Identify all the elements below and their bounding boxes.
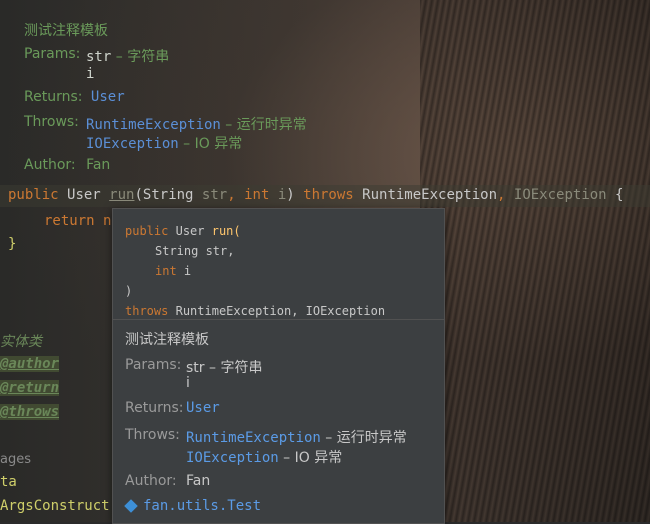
popup-throw2: IOException – IO 异常 xyxy=(186,447,342,467)
tag-throws-text: @throws xyxy=(0,404,60,420)
throw1-link[interactable]: RuntimeException xyxy=(86,117,221,133)
popup-throw1-desc: – 运行时异常 xyxy=(320,430,407,446)
popup-throw1: RuntimeException – 运行时异常 xyxy=(186,427,407,447)
comma-2: , xyxy=(497,187,506,203)
sig-kw-int: int xyxy=(155,264,177,278)
sig-line-4: ) xyxy=(125,284,133,298)
throws-label: Throws: xyxy=(24,114,79,130)
sig-param-i: i xyxy=(183,264,192,278)
package-cube-icon xyxy=(124,499,138,513)
popup-params-label: Params: xyxy=(125,357,182,373)
tag-author: @author xyxy=(0,356,60,372)
closing-brace: } xyxy=(8,236,17,252)
sig-kw-throws: throws xyxy=(125,304,169,318)
return-stmt: return n xyxy=(44,213,112,229)
tag-author-text: @author xyxy=(0,356,60,372)
signature-text: public User run(String str, int i) throw… xyxy=(8,187,623,203)
param2-row: i xyxy=(86,66,94,82)
throw1-desc: 运行时异常 xyxy=(236,117,307,133)
popup-package-link[interactable]: fan.utils.Test xyxy=(124,498,262,514)
entity-comment: 实体类 xyxy=(0,334,42,350)
popup-throw2-desc: – IO 异常 xyxy=(278,450,343,466)
throw2-sep: – xyxy=(178,136,195,152)
popup-author-label: Author: xyxy=(125,473,177,489)
sig-line-2: String str, xyxy=(155,244,235,258)
throw2-link[interactable]: IOException xyxy=(86,136,179,152)
param1-row: str – 字符串 xyxy=(86,46,169,66)
ta-text: ta xyxy=(0,474,17,490)
exception-2: IOException xyxy=(513,187,607,203)
brace-open: { xyxy=(615,187,624,203)
param2-name: i xyxy=(86,66,95,82)
param1-name: str xyxy=(86,49,112,65)
args-constructor-text: ArgsConstruct xyxy=(0,498,110,514)
comma-1: , xyxy=(227,187,236,203)
popup-doc-title: 测试注释模板 xyxy=(125,332,209,348)
popup-param2: i xyxy=(186,375,190,391)
returns-row: Returns: User xyxy=(24,89,125,105)
author-label: Author: xyxy=(24,157,76,173)
throw1-sep: – xyxy=(220,117,237,133)
rendered-doc-comment: 测试注释模板 Params: str – 字符串 i Returns: User… xyxy=(0,0,650,180)
params-label: Params: xyxy=(24,46,81,62)
throws-row: Throws: xyxy=(24,114,79,130)
popup-param1: str – 字符串 xyxy=(186,360,263,376)
param1-sep: – xyxy=(111,49,128,65)
return-line[interactable]: return n xyxy=(44,213,111,229)
param-str: str xyxy=(201,187,228,203)
popup-returns-label: Returns: xyxy=(125,400,184,416)
kw-throws: throws xyxy=(303,187,354,203)
doc-title: 测试注释模板 xyxy=(24,23,108,39)
param1-desc: 字符串 xyxy=(127,49,170,65)
open-paren: ( xyxy=(134,187,143,203)
popup-throws-label: Throws: xyxy=(125,427,180,443)
tag-return-text: @return xyxy=(0,380,60,396)
param-i: i xyxy=(277,187,287,203)
exception-1: RuntimeException xyxy=(362,187,498,203)
tag-throws: @throws xyxy=(0,404,60,420)
ages-text: ages xyxy=(0,452,31,467)
sig-line-5: throws RuntimeException, IOException xyxy=(125,301,385,321)
sig-fn-run: run( xyxy=(211,224,241,238)
tag-return: @return xyxy=(0,380,60,396)
type-user: User xyxy=(67,187,101,203)
sig-line-3: int i xyxy=(125,261,385,281)
close-paren: ) xyxy=(286,187,295,203)
sig-line-1: public User run( xyxy=(125,221,385,241)
author-row: Author: Fan xyxy=(24,157,110,173)
sig-throws-list: RuntimeException, IOException xyxy=(175,304,386,318)
popup-signature: public User run( String str, int i ) thr… xyxy=(125,221,385,321)
sig-type-user: User xyxy=(175,224,205,238)
popup-throw2-link[interactable]: IOException xyxy=(186,450,279,466)
kw-int: int xyxy=(244,187,270,203)
throw2-row: IOException – IO 异常 xyxy=(86,133,242,153)
quick-documentation-popup[interactable]: public User run( String str, int i ) thr… xyxy=(112,208,445,524)
popup-returns-link[interactable]: User xyxy=(186,400,220,416)
kw-public: public xyxy=(8,187,59,203)
throw2-desc: IO 异常 xyxy=(194,136,243,152)
method-name: run xyxy=(109,187,135,203)
sig-kw-public: public xyxy=(125,224,169,238)
type-string: String xyxy=(142,187,194,203)
popup-throw1-link[interactable]: RuntimeException xyxy=(186,430,321,446)
author-value: Fan xyxy=(86,157,111,173)
returns-link[interactable]: User xyxy=(91,89,125,105)
popup-author-value: Fan xyxy=(186,473,211,489)
method-signature-line[interactable]: public User run(String str, int i) throw… xyxy=(0,185,650,207)
popup-divider xyxy=(113,319,444,320)
throw1-row: RuntimeException – 运行时异常 xyxy=(86,114,307,134)
returns-label: Returns: xyxy=(24,89,83,105)
params-row: Params: xyxy=(24,46,80,62)
package-name: fan.utils.Test xyxy=(143,498,262,514)
